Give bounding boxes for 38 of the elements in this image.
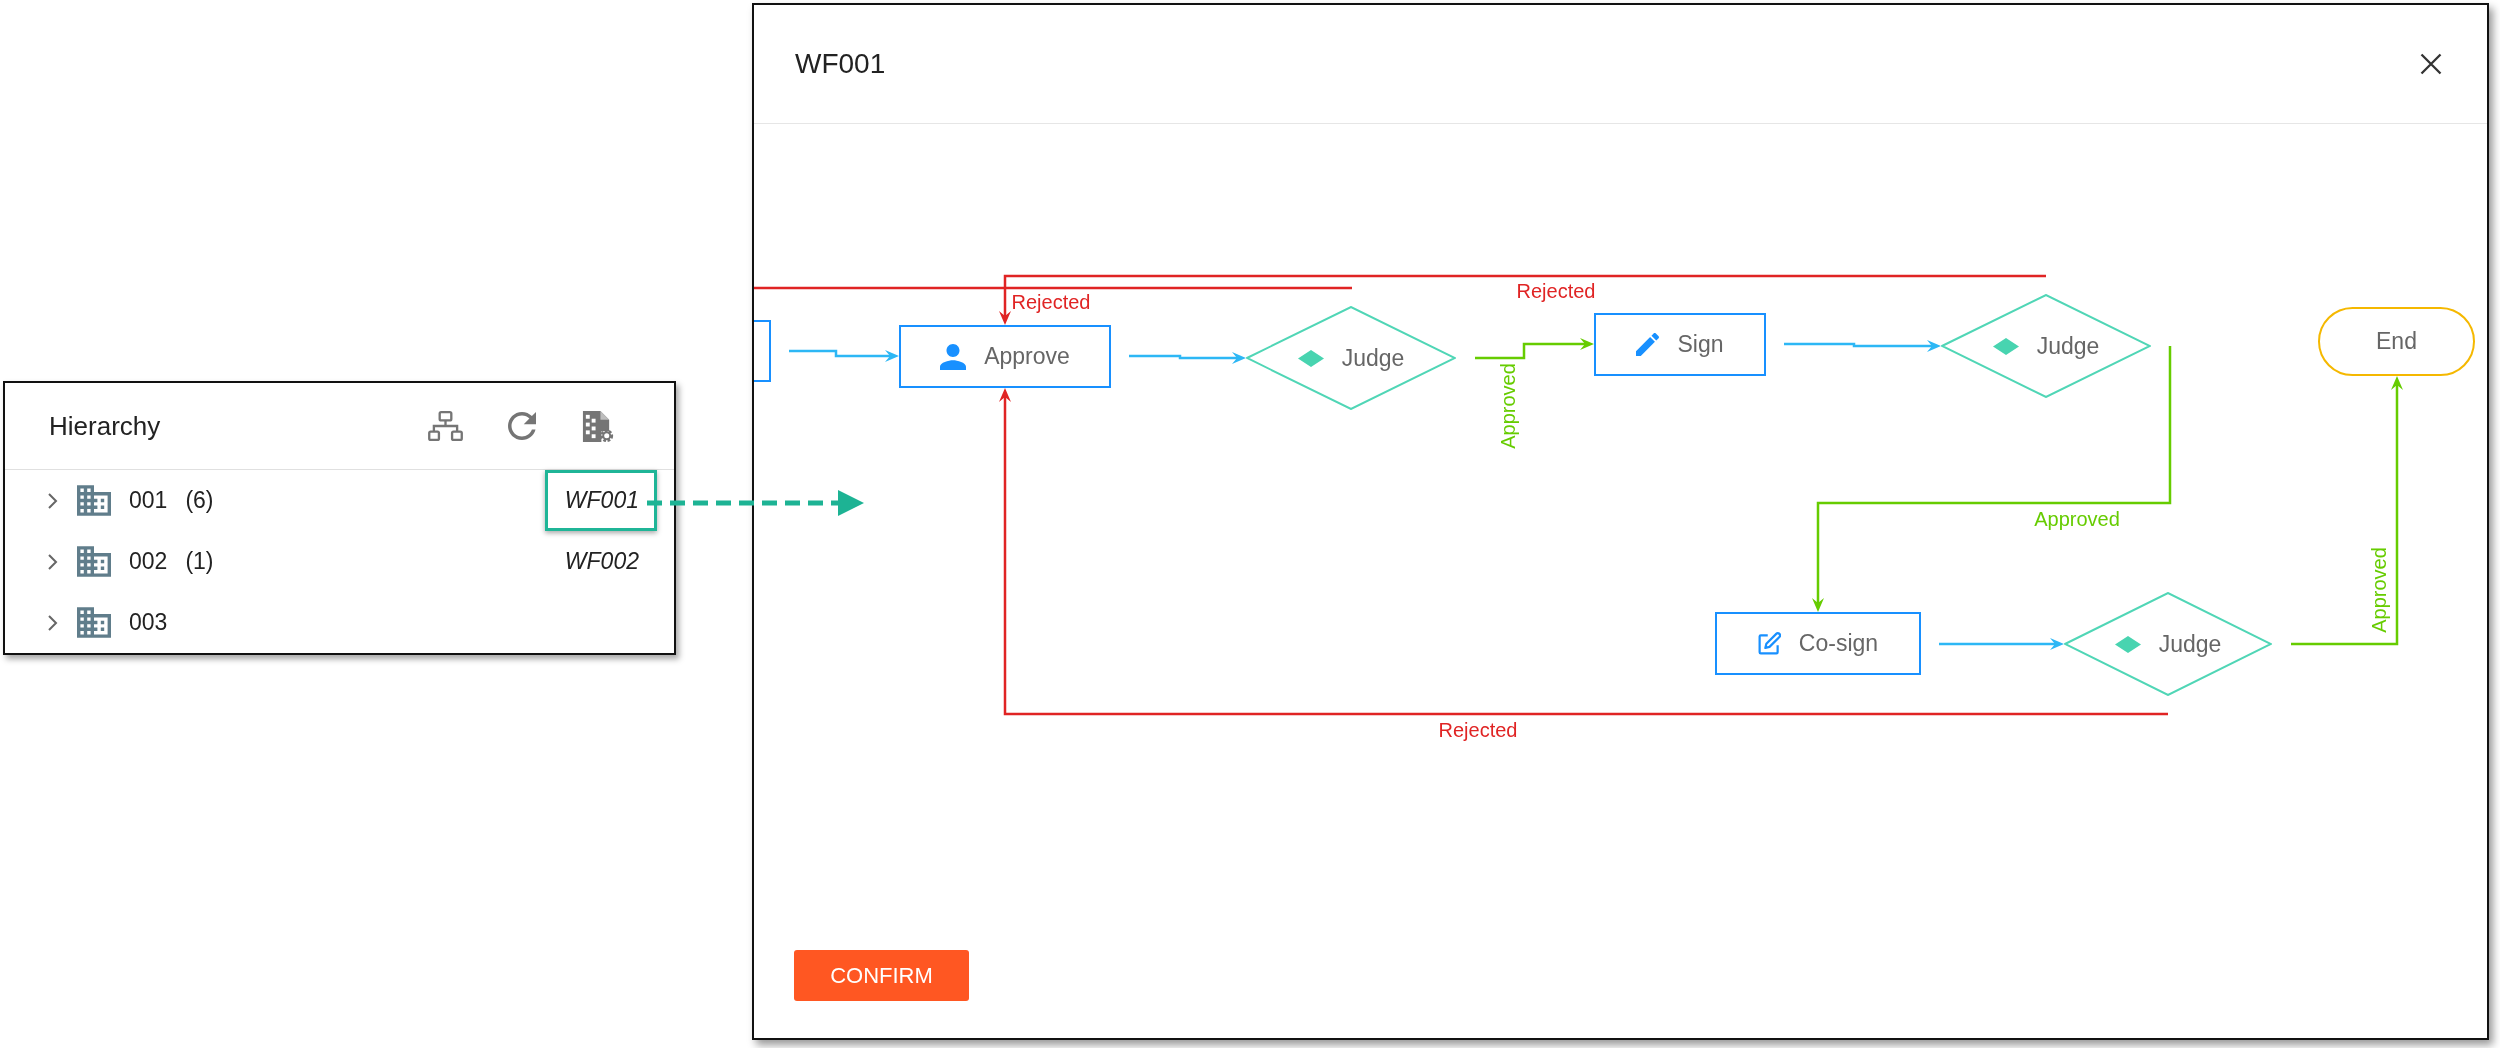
building-icon (77, 485, 111, 516)
item-count: (1) (185, 548, 214, 575)
tree-item-label[interactable]: 001 (129, 487, 168, 514)
chevron-icon[interactable] (47, 491, 58, 510)
diamond-icon (1992, 337, 2019, 355)
node-label: Approve (984, 343, 1070, 370)
workflow-link[interactable]: WF001 (544, 470, 657, 531)
diamond-icon (1297, 349, 1324, 367)
pencil-icon (1636, 333, 1660, 356)
edge-label: Rejected (1516, 280, 1596, 302)
node-label: End (2376, 328, 2417, 355)
edge-label: Rejected (1438, 719, 1518, 741)
dialog-title: WF001 (795, 48, 886, 80)
node-label: Judge (2158, 630, 2222, 658)
building-icon (77, 546, 111, 577)
chevron-icon[interactable] (47, 552, 58, 571)
tree-item-label[interactable]: 003 (129, 609, 168, 636)
node-label: Judge (1341, 344, 1405, 372)
close-icon[interactable] (2420, 53, 2442, 75)
node-label: Judge (2036, 332, 2100, 360)
item-count: (6) (185, 487, 214, 514)
chevron-icon[interactable] (47, 613, 58, 632)
node-label: Sign (1677, 331, 1724, 358)
edge-label: Approved (2368, 547, 2390, 633)
node-label: Co-sign (1798, 630, 1879, 657)
edge-label: Approved (1497, 363, 1519, 449)
panel-title: Hierarchy (49, 410, 161, 442)
edge-label: Rejected (1011, 291, 1091, 313)
sitemap-icon[interactable] (428, 411, 463, 441)
person-icon (940, 343, 967, 370)
edit-icon (1757, 632, 1781, 655)
document-gear-icon[interactable] (581, 409, 614, 443)
refresh-icon[interactable] (508, 412, 536, 440)
diamond-icon (2114, 635, 2141, 653)
edge-label: Approved (2034, 508, 2120, 530)
workflow-link[interactable]: WF002 (564, 548, 639, 575)
tree-item-label[interactable]: 002 (129, 548, 168, 575)
building-icon (77, 607, 111, 638)
